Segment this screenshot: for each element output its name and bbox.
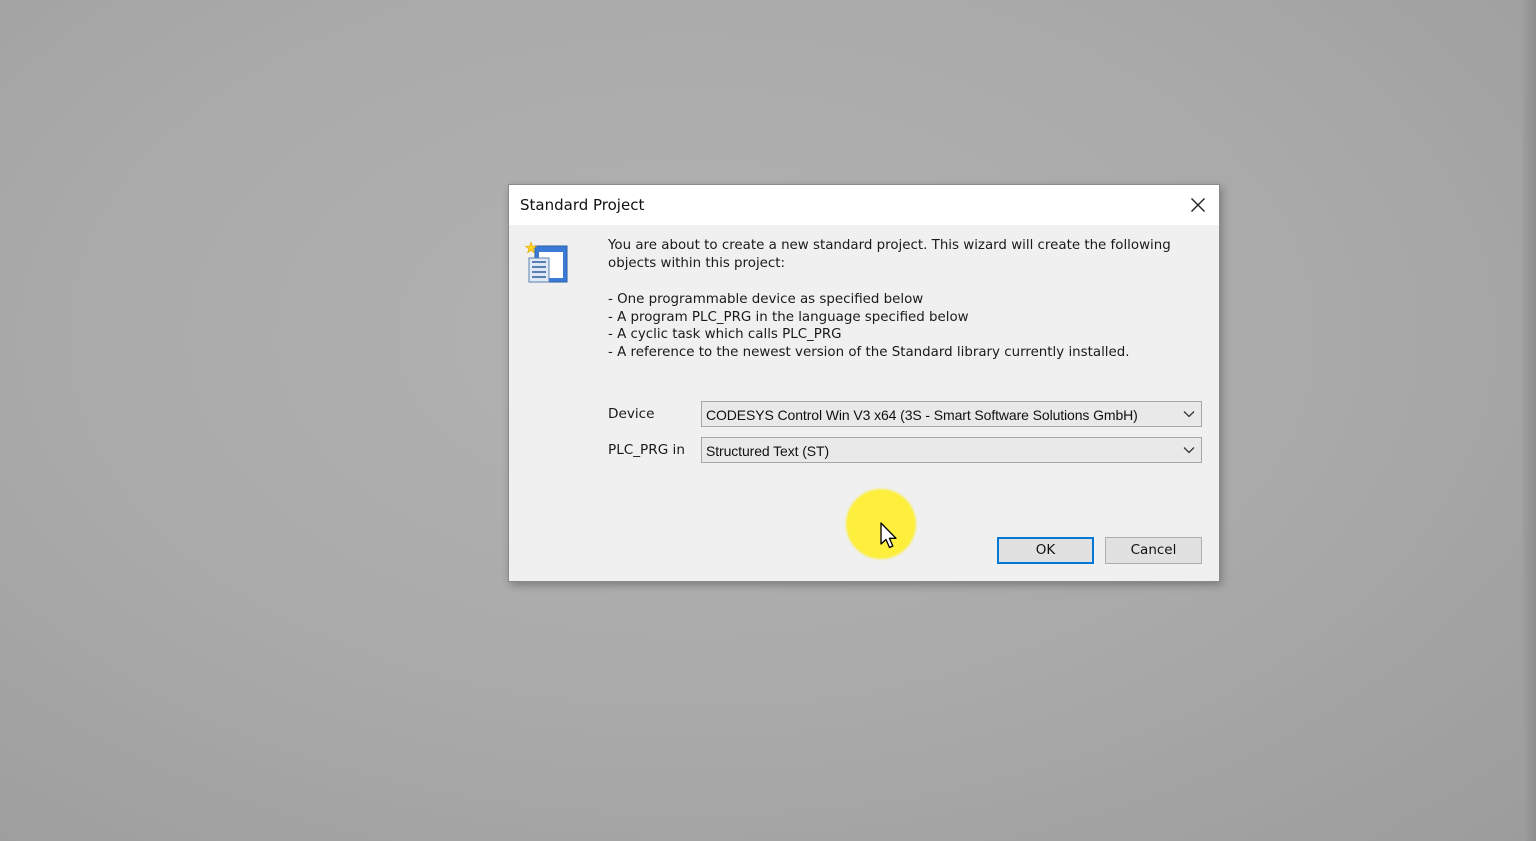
list-item: - A cyclic task which calls PLC_PRG: [608, 327, 842, 343]
object-list: - One programmable device as specified b…: [608, 291, 1198, 362]
close-button[interactable]: [1177, 185, 1219, 225]
chevron-down-icon: [1183, 411, 1195, 418]
dialog-titlebar[interactable]: Standard Project: [509, 185, 1219, 225]
intro-text: You are about to create a new standard p…: [608, 238, 1171, 271]
language-select-value: Structured Text (ST): [706, 443, 830, 459]
list-item: - One programmable device as specified b…: [608, 292, 924, 307]
chevron-down-icon: [1183, 447, 1195, 454]
device-select-value: CODESYS Control Win V3 x64 (3S - Smart S…: [706, 407, 1138, 423]
ok-button[interactable]: OK: [997, 537, 1094, 564]
list-item: - A program PLC_PRG in the language spec…: [608, 309, 969, 325]
language-select[interactable]: Structured Text (ST): [701, 437, 1202, 463]
background-edge: [1522, 0, 1536, 841]
dialog-title: Standard Project: [520, 196, 645, 214]
close-icon: [1191, 198, 1205, 212]
device-label: Device: [608, 406, 655, 422]
new-project-wizard-icon: [524, 241, 568, 283]
language-label: PLC_PRG in: [608, 442, 685, 458]
cancel-button[interactable]: Cancel: [1105, 537, 1202, 564]
mouse-pointer-icon: [880, 522, 897, 549]
list-item: - A reference to the newest version of t…: [608, 345, 1130, 361]
device-select[interactable]: CODESYS Control Win V3 x64 (3S - Smart S…: [701, 401, 1202, 427]
